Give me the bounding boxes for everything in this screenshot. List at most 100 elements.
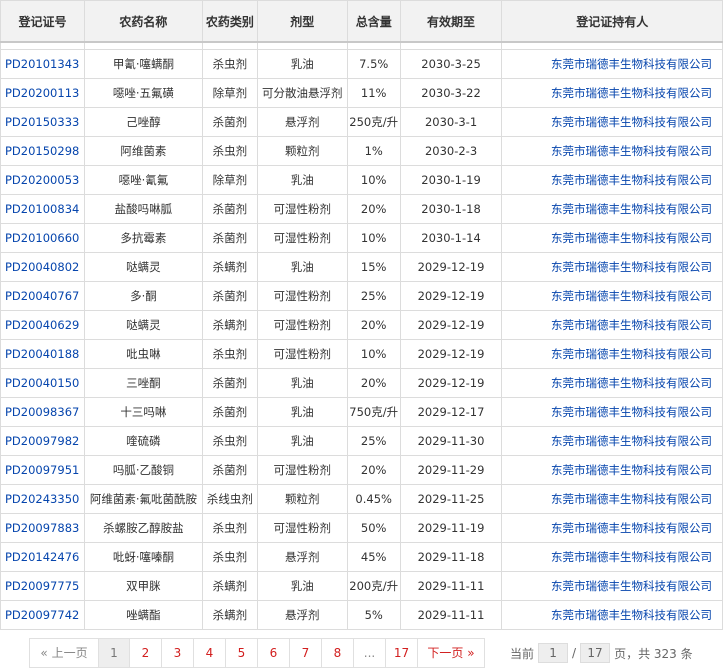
next-page-button[interactable]: 下一页 »	[417, 638, 485, 668]
cell-category: 杀菌剂	[201, 281, 258, 311]
holder-link[interactable]: 东莞市瑞德丰生物科技有限公司	[551, 608, 712, 622]
col-header-expiry[interactable]: 有效期至	[399, 0, 503, 43]
cell-formulation: 悬浮剂	[256, 107, 348, 137]
reg-no-link[interactable]: PD20200113	[5, 86, 79, 100]
page-6-link[interactable]: 6	[257, 638, 290, 668]
reg-no-link[interactable]: PD20101343	[5, 57, 79, 71]
holder-link[interactable]: 东莞市瑞德丰生物科技有限公司	[551, 289, 712, 303]
table-row: PD20100660 多抗霉素 杀菌剂 可湿性粉剂 10% 2030-1-14 东莞市瑞德丰…	[0, 223, 723, 253]
cell-content: 20%	[346, 310, 401, 340]
cell-holder: 东莞市瑞德丰生物科技有限公司	[501, 542, 723, 572]
reg-no-link[interactable]: PD20243350	[5, 492, 79, 506]
cell-holder: 东莞市瑞德丰生物科技有限公司	[501, 49, 723, 79]
col-header-formulation[interactable]: 剂型	[256, 0, 348, 43]
reg-no-link[interactable]: PD20150298	[5, 144, 79, 158]
reg-no-link[interactable]: PD20150333	[5, 115, 79, 129]
cell-pesticide-name: 三唑酮	[83, 368, 203, 398]
cell-content: 7.5%	[346, 49, 401, 79]
cell-reg-no: PD20100660	[0, 223, 85, 253]
cell-expiry: 2029-12-19	[399, 281, 503, 311]
cell-formulation: 乳油	[256, 571, 348, 601]
holder-link[interactable]: 东莞市瑞德丰生物科技有限公司	[551, 492, 712, 506]
page-7-link[interactable]: 7	[289, 638, 322, 668]
reg-no-link[interactable]: PD20097775	[5, 579, 79, 593]
holder-link[interactable]: 东莞市瑞德丰生物科技有限公司	[551, 86, 712, 100]
page-2-link[interactable]: 2	[129, 638, 162, 668]
holder-link[interactable]: 东莞市瑞德丰生物科技有限公司	[551, 115, 712, 129]
reg-no-link[interactable]: PD20200053	[5, 173, 79, 187]
reg-no-link[interactable]: PD20040150	[5, 376, 79, 390]
cell-category: 杀虫剂	[201, 542, 258, 572]
cell-formulation: 可分散油悬浮剂	[256, 78, 348, 108]
reg-no-link[interactable]: PD20100834	[5, 202, 79, 216]
cell-reg-no: PD20101343	[0, 49, 85, 79]
col-header-reg-no[interactable]: 登记证号	[0, 0, 85, 43]
prev-page-button[interactable]: « 上一页	[29, 638, 99, 668]
cell-expiry: 2030-2-3	[399, 136, 503, 166]
reg-no-link[interactable]: PD20142476	[5, 550, 79, 564]
page-8-link[interactable]: 8	[321, 638, 354, 668]
holder-link[interactable]: 东莞市瑞德丰生物科技有限公司	[551, 260, 712, 274]
page-5-link[interactable]: 5	[225, 638, 258, 668]
reg-no-link[interactable]: PD20097742	[5, 608, 79, 622]
table-row: PD20100834 盐酸吗啉胍 杀菌剂 可湿性粉剂 20% 2030-1-18 东莞市瑞德…	[0, 194, 723, 224]
page-4-link[interactable]: 4	[193, 638, 226, 668]
reg-no-link[interactable]: PD20100660	[5, 231, 79, 245]
current-page-box[interactable]: 1	[538, 643, 569, 663]
cell-reg-no: PD20243350	[0, 484, 85, 514]
col-header-holder[interactable]: 登记证持有人	[501, 0, 723, 43]
holder-link[interactable]: 东莞市瑞德丰生物科技有限公司	[551, 144, 712, 158]
holder-link[interactable]: 东莞市瑞德丰生物科技有限公司	[551, 434, 712, 448]
cell-formulation: 悬浮剂	[256, 542, 348, 572]
col-header-pesticide-name[interactable]: 农药名称	[83, 0, 203, 43]
cell-category: 杀线虫剂	[201, 484, 258, 514]
cell-holder: 东莞市瑞德丰生物科技有限公司	[501, 107, 723, 137]
holder-link[interactable]: 东莞市瑞德丰生物科技有限公司	[551, 463, 712, 477]
holder-link[interactable]: 东莞市瑞德丰生物科技有限公司	[551, 376, 712, 390]
holder-link[interactable]: 东莞市瑞德丰生物科技有限公司	[551, 231, 712, 245]
holder-link[interactable]: 东莞市瑞德丰生物科技有限公司	[551, 202, 712, 216]
cell-content: 25%	[346, 281, 401, 311]
table-row: PD20040150 三唑酮 杀菌剂 乳油 20% 2029-12-19 东莞市瑞德丰生物科…	[0, 368, 723, 398]
reg-no-link[interactable]: PD20040188	[5, 347, 79, 361]
cell-expiry: 2030-3-25	[399, 49, 503, 79]
holder-link[interactable]: 东莞市瑞德丰生物科技有限公司	[551, 318, 712, 332]
cell-holder: 东莞市瑞德丰生物科技有限公司	[501, 600, 723, 630]
holder-link[interactable]: 东莞市瑞德丰生物科技有限公司	[551, 57, 712, 71]
cell-formulation: 乳油	[256, 426, 348, 456]
holder-link[interactable]: 东莞市瑞德丰生物科技有限公司	[551, 173, 712, 187]
cell-category: 杀菌剂	[201, 223, 258, 253]
reg-no-link[interactable]: PD20097982	[5, 434, 79, 448]
cell-formulation: 乳油	[256, 252, 348, 282]
cell-content: 1%	[346, 136, 401, 166]
col-header-content[interactable]: 总含量	[346, 0, 401, 43]
holder-link[interactable]: 东莞市瑞德丰生物科技有限公司	[551, 550, 712, 564]
reg-no-link[interactable]: PD20097951	[5, 463, 79, 477]
cell-expiry: 2030-1-19	[399, 165, 503, 195]
holder-link[interactable]: 东莞市瑞德丰生物科技有限公司	[551, 405, 712, 419]
cell-reg-no: PD20097775	[0, 571, 85, 601]
cell-content: 750克/升	[346, 397, 401, 427]
cell-reg-no: PD20040629	[0, 310, 85, 340]
cell-pesticide-name: 噁唑·五氟磺	[83, 78, 203, 108]
cell-expiry: 2029-11-19	[399, 513, 503, 543]
reg-no-link[interactable]: PD20097883	[5, 521, 79, 535]
holder-link[interactable]: 东莞市瑞德丰生物科技有限公司	[551, 521, 712, 535]
page-17-link[interactable]: 17	[385, 638, 418, 668]
cell-reg-no: PD20097982	[0, 426, 85, 456]
cell-formulation: 可湿性粉剂	[256, 194, 348, 224]
reg-no-link[interactable]: PD20040802	[5, 260, 79, 274]
holder-link[interactable]: 东莞市瑞德丰生物科技有限公司	[551, 347, 712, 361]
cell-holder: 东莞市瑞德丰生物科技有限公司	[501, 223, 723, 253]
reg-no-link[interactable]: PD20040767	[5, 289, 79, 303]
cell-category: 杀菌剂	[201, 397, 258, 427]
holder-link[interactable]: 东莞市瑞德丰生物科技有限公司	[551, 579, 712, 593]
page-3-link[interactable]: 3	[161, 638, 194, 668]
reg-no-link[interactable]: PD20040629	[5, 318, 79, 332]
cell-formulation: 乳油	[256, 49, 348, 79]
reg-no-link[interactable]: PD20098367	[5, 405, 79, 419]
table-row: PD20097742 唑螨酯 杀螨剂 悬浮剂 5% 2029-11-11 东莞市瑞德丰生物科…	[0, 600, 723, 630]
col-header-category[interactable]: 农药类别	[201, 0, 258, 43]
table-row: PD20243350 阿维菌素·氟吡菌酰胺 杀线虫剂 颗粒剂 0.45% 2029-11-…	[0, 484, 723, 514]
cell-holder: 东莞市瑞德丰生物科技有限公司	[501, 397, 723, 427]
